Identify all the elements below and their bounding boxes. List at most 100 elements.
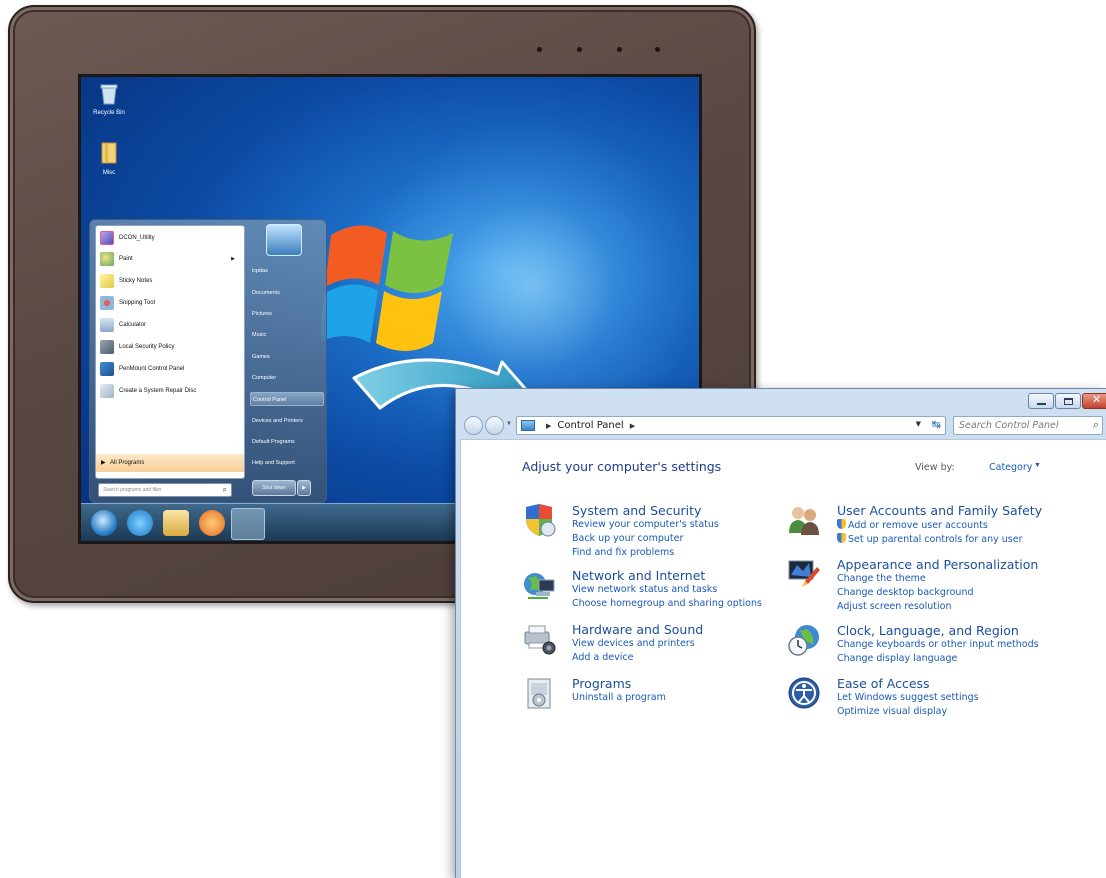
start-menu-item-label: PenMount Control Panel (119, 366, 185, 372)
category-title[interactable]: Clock, Language, and Region (837, 623, 1019, 638)
start-menu-item-paint[interactable]: Paint ▶ (100, 250, 240, 268)
view-by-dropdown[interactable]: Category (989, 462, 1032, 473)
explorer-icon[interactable] (163, 510, 189, 536)
start-orb-icon[interactable] (91, 510, 117, 536)
link-find-fix-problems[interactable]: Find and fix problems (572, 547, 674, 558)
programs-icon (527, 678, 551, 709)
network-internet-icon (524, 573, 555, 599)
start-search-input[interactable]: Search programs and files ⌕ (98, 483, 232, 497)
link-parental-controls[interactable]: Set up parental controls for any user (837, 533, 1023, 545)
desktop-icon-recycle-bin[interactable]: Recycle Bin (89, 83, 129, 116)
link-label: Add or remove user accounts (848, 520, 988, 531)
search-input[interactable]: Search Control Panel ⌕ (953, 416, 1103, 435)
start-menu-item-penmount[interactable]: PenMount Control Panel (100, 360, 240, 378)
window-titlebar[interactable]: ✕ (456, 389, 1106, 413)
close-icon: ✕ (1092, 394, 1102, 406)
start-right-item-icpdas[interactable]: icpdas (250, 264, 324, 278)
sticky-notes-icon (100, 274, 114, 288)
start-right-item-documents[interactable]: Documents (250, 286, 324, 300)
start-menu-item-repair-disc[interactable]: Create a System Repair Disc (100, 382, 240, 400)
user-picture[interactable] (266, 224, 302, 256)
close-button[interactable]: ✕ (1082, 393, 1106, 409)
view-by-label: View by: (915, 462, 955, 473)
category-title[interactable]: Network and Internet (572, 568, 705, 583)
shutdown-options-button[interactable]: ▶ (297, 480, 311, 496)
system-security-icon (526, 504, 556, 537)
link-screen-resolution[interactable]: Adjust screen resolution (837, 601, 951, 612)
ie-icon[interactable] (127, 510, 153, 536)
start-menu-item-calculator[interactable]: Calculator (100, 316, 240, 334)
page-title: Adjust your computer's settings (522, 459, 722, 474)
start-right-item-devices-printers[interactable]: Devices and Printers (250, 414, 324, 428)
bezel-led-dot (537, 47, 542, 52)
link-network-status[interactable]: View network status and tasks (572, 584, 717, 595)
link-uninstall-program[interactable]: Uninstall a program (572, 692, 666, 703)
link-homegroup-sharing[interactable]: Choose homegroup and sharing options (572, 598, 762, 609)
hardware-sound-icon (524, 625, 556, 655)
start-right-item-pictures[interactable]: Pictures (250, 307, 324, 321)
breadcrumb-chevron-icon: ▶ (629, 421, 636, 430)
start-right-item-help-support[interactable]: Help and Support (250, 456, 324, 470)
penmount-icon (100, 362, 114, 376)
start-menu-item-sticky-notes[interactable]: Sticky Notes (100, 272, 240, 290)
category-title[interactable]: System and Security (572, 503, 701, 518)
category-title[interactable]: Appearance and Personalization (837, 557, 1038, 572)
start-menu-item-dcon-utility[interactable]: DCON_Utility (100, 229, 240, 247)
address-dropdown-icon[interactable]: ▼ (916, 420, 921, 428)
category-title[interactable]: Ease of Access (837, 676, 930, 691)
chevron-down-icon[interactable]: ▼ (1034, 462, 1041, 469)
control-panel-window: ✕ ▼ ▶ Control Panel ▶ ▼ ↹ Search Control… (455, 388, 1106, 878)
start-right-item-computer[interactable]: Computer (250, 371, 324, 385)
desktop-icon-label: Recycle Bin (93, 110, 125, 116)
search-placeholder: Search Control Panel (959, 420, 1059, 431)
category-title[interactable]: Hardware and Sound (572, 622, 703, 637)
link-add-device[interactable]: Add a device (572, 652, 633, 663)
breadcrumb-chevron-icon: ▶ (546, 421, 552, 430)
all-programs-button[interactable]: ▶ All Programs (96, 454, 244, 472)
link-display-language[interactable]: Change display language (837, 653, 957, 664)
start-right-item-default-programs[interactable]: Default Programs (250, 435, 324, 449)
bezel-led-dot (617, 47, 622, 52)
start-menu-programs-pane: DCON_Utility Paint ▶ Sticky Notes Snippi… (95, 225, 245, 479)
start-right-item-games[interactable]: Games (250, 350, 324, 364)
desktop-icon-misc[interactable]: Misc (89, 141, 129, 176)
start-search-placeholder: Search programs and files (103, 487, 162, 493)
start-menu-item-label: Calculator (119, 322, 147, 328)
category-title[interactable]: User Accounts and Family Safety (837, 503, 1042, 518)
link-review-status[interactable]: Review your computer's status (572, 519, 719, 530)
start-menu-item-snipping-tool[interactable]: Snipping Tool (100, 294, 240, 312)
windows-logo-icon (321, 225, 453, 351)
minimize-button[interactable] (1028, 393, 1054, 409)
repair-disc-icon (100, 384, 114, 398)
shutdown-button[interactable]: Shut down (252, 480, 296, 496)
link-add-remove-accounts[interactable]: Add or remove user accounts (837, 519, 988, 531)
refresh-icon[interactable]: ↹ (932, 418, 941, 431)
clock-language-icon (788, 625, 819, 656)
forward-button[interactable] (485, 416, 504, 435)
paint-icon[interactable] (231, 508, 265, 540)
media-player-icon[interactable] (199, 510, 225, 536)
link-windows-suggest[interactable]: Let Windows suggest settings (837, 692, 979, 703)
recent-pages-chevron-icon[interactable]: ▼ (506, 421, 512, 427)
maximize-button[interactable] (1055, 393, 1081, 409)
link-desktop-background[interactable]: Change desktop background (837, 587, 974, 598)
link-change-theme[interactable]: Change the theme (837, 573, 926, 584)
link-label: Set up parental controls for any user (848, 534, 1023, 545)
uac-shield-icon (837, 519, 846, 529)
link-devices-printers[interactable]: View devices and printers (572, 638, 695, 649)
address-bar[interactable]: ▶ Control Panel ▶ ▼ ↹ (516, 416, 946, 435)
search-icon: ⌕ (222, 485, 227, 494)
breadcrumb-control-panel[interactable]: Control Panel (557, 420, 623, 431)
bezel-led-dot (577, 47, 582, 52)
start-menu-item-local-security-policy[interactable]: Local Security Policy (100, 338, 240, 356)
start-menu: DCON_Utility Paint ▶ Sticky Notes Snippi… (89, 219, 327, 503)
category-title[interactable]: Programs (572, 676, 631, 691)
link-optimize-visual[interactable]: Optimize visual display (837, 706, 947, 717)
link-change-keyboards[interactable]: Change keyboards or other input methods (837, 639, 1039, 650)
user-accounts-icon (789, 507, 819, 535)
link-back-up[interactable]: Back up your computer (572, 533, 683, 544)
folder-icon (101, 142, 117, 164)
start-right-item-control-panel[interactable]: Control Panel (250, 392, 324, 406)
back-button[interactable] (464, 416, 483, 435)
start-right-item-music[interactable]: Music (250, 328, 324, 342)
